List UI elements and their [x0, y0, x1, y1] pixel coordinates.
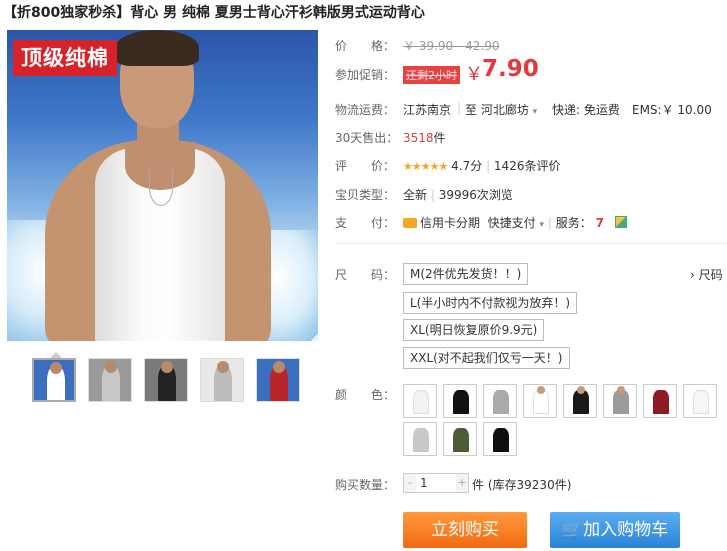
ship-from: 江苏南京 — [403, 103, 452, 117]
color-swatch-black-model[interactable] — [563, 384, 597, 418]
size-option-m[interactable]: M(2件优先发货！！) — [403, 263, 529, 285]
thumbnail-model-head — [161, 361, 173, 373]
color-swatch-red[interactable] — [643, 384, 677, 418]
quantity-unit: 件 — [472, 478, 485, 492]
product-thumbnail[interactable] — [88, 358, 132, 402]
chevron-down-icon: ▾ — [532, 107, 538, 117]
swatch-garment — [413, 428, 429, 452]
decrease-button[interactable]: - — [404, 474, 416, 492]
add-to-cart-button[interactable]: 🛒加入购物车 — [550, 512, 680, 548]
rating-label: 评 价： — [335, 159, 396, 173]
size-option-l[interactable]: L(半小时内不付款视为放弃！) — [403, 292, 578, 314]
swatch-model-head — [577, 386, 585, 394]
separator: | — [486, 159, 494, 173]
quantity-input[interactable]: 1 — [416, 474, 456, 492]
price-currency: ￥ — [465, 64, 483, 85]
color-label: 颜 色： — [335, 388, 396, 402]
rating-score: 4.7分 — [451, 159, 483, 173]
color-swatch-gray-model[interactable] — [603, 384, 637, 418]
sales-label: 30天售出： — [335, 131, 399, 145]
divider — [335, 243, 727, 244]
original-price: ￥ 39.90 - 42.90 — [403, 39, 500, 53]
guarantee-icon[interactable] — [615, 216, 628, 228]
product-thumbnail[interactable] — [144, 358, 188, 402]
chevron-down-icon[interactable]: ▾ — [540, 220, 545, 230]
star-rating-icon: ★★★★★ — [403, 160, 448, 173]
quick-pay-link[interactable]: 快捷支付 — [488, 216, 536, 230]
product-thumbnail[interactable] — [200, 358, 244, 402]
sales-count: 3518 — [403, 131, 434, 145]
color-swatch-white-model[interactable] — [523, 384, 557, 418]
shipping-label: 物流运费： — [335, 103, 396, 117]
quantity-label: 购买数量： — [335, 478, 396, 492]
swatch-garment — [493, 390, 509, 414]
ship-to-selector[interactable]: 至 河北廊坊 ▾ — [465, 101, 537, 118]
ship-to: 至 河北廊坊 — [465, 103, 529, 117]
seven-day-return-icon[interactable]: 7 — [596, 216, 608, 230]
price-label: 价 格： — [335, 39, 396, 53]
model-hair — [115, 30, 199, 66]
add-to-cart-label: 加入购物车 — [583, 520, 669, 540]
credit-installment-link[interactable]: 信用卡分期 — [420, 216, 480, 230]
increase-button[interactable]: + — [456, 474, 468, 492]
thumbnail-model-head — [217, 361, 229, 373]
credit-card-icon — [403, 218, 417, 228]
cart-icon: 🛒 — [561, 520, 584, 540]
thumbnail-model-head — [105, 361, 117, 373]
sales-unit: 件 — [433, 131, 446, 145]
payment-label: 支 付： — [335, 216, 396, 230]
separator: | — [430, 188, 439, 202]
color-swatch-light-gray[interactable] — [403, 422, 437, 456]
swatch-garment — [693, 390, 709, 414]
payment-row: 信用卡分期 快捷支付 ▾ | 服务： 7 — [403, 214, 628, 231]
thumbnail-model-head — [273, 361, 285, 373]
color-swatch-white-2[interactable] — [683, 384, 717, 418]
review-count-link[interactable]: 1426条评价 — [494, 159, 561, 173]
product-title: 【折800独家秒杀】背心 男 纯棉 夏男士背心汗衫韩版男式运动背心 — [3, 5, 425, 21]
thumbnail-model-head — [50, 362, 62, 374]
main-product-image: 顶级纯棉 — [7, 30, 318, 341]
size-chart-link[interactable]: › 尺码 — [690, 266, 723, 283]
buy-now-button[interactable]: 立刻购买 — [403, 512, 527, 548]
countdown-tag: 还剩2小时 — [403, 66, 460, 84]
view-count: 39996次浏览 — [438, 188, 513, 202]
separator: | — [547, 216, 556, 230]
ems-fee: EMS:￥ 10.00 — [632, 103, 712, 117]
swatch-garment — [453, 428, 469, 452]
color-swatch-black-2[interactable] — [483, 422, 517, 456]
rating-row: ★★★★★ 4.7分 | 1426条评价 — [403, 157, 560, 174]
product-thumbnail[interactable] — [256, 358, 300, 402]
swatch-garment — [653, 390, 669, 414]
swatch-model-head — [617, 386, 625, 394]
type-label: 宝贝类型： — [335, 188, 396, 202]
promo-price: 7.90 — [482, 56, 539, 82]
swatch-garment — [453, 390, 469, 414]
express-fee: 快递: 免运费 — [552, 103, 620, 117]
swatch-model-head — [537, 386, 545, 394]
swatch-garment — [493, 428, 509, 452]
necklace — [149, 170, 173, 206]
sales-count-wrap: 3518件 — [403, 129, 446, 146]
stock-count: (库存39230件) — [487, 478, 572, 492]
swatch-garment — [413, 390, 429, 414]
size-option-xxl[interactable]: XXL(对不起我们仅亏一天！) — [403, 347, 570, 369]
service-label: 服务： — [555, 216, 592, 230]
thumbnail-strip — [32, 358, 300, 402]
quantity-stepper: - 1 + — [403, 473, 469, 493]
color-swatch-white[interactable] — [403, 384, 437, 418]
color-swatch-gray[interactable] — [483, 384, 517, 418]
separator: | — [457, 101, 462, 115]
cotton-badge: 顶级纯棉 — [13, 40, 117, 76]
size-label: 尺 码： — [335, 268, 396, 282]
item-condition: 全新 — [403, 188, 428, 202]
color-swatch-army-green[interactable] — [443, 422, 477, 456]
color-swatch-black[interactable] — [443, 384, 477, 418]
size-option-xl[interactable]: XL(明日恢复原价9.9元) — [403, 319, 545, 341]
promo-label: 参加促销： — [335, 68, 396, 82]
product-thumbnail[interactable] — [32, 358, 76, 402]
type-row: 全新 | 39996次浏览 — [403, 186, 513, 203]
stock-info: 件 (库存39230件) — [472, 476, 571, 493]
